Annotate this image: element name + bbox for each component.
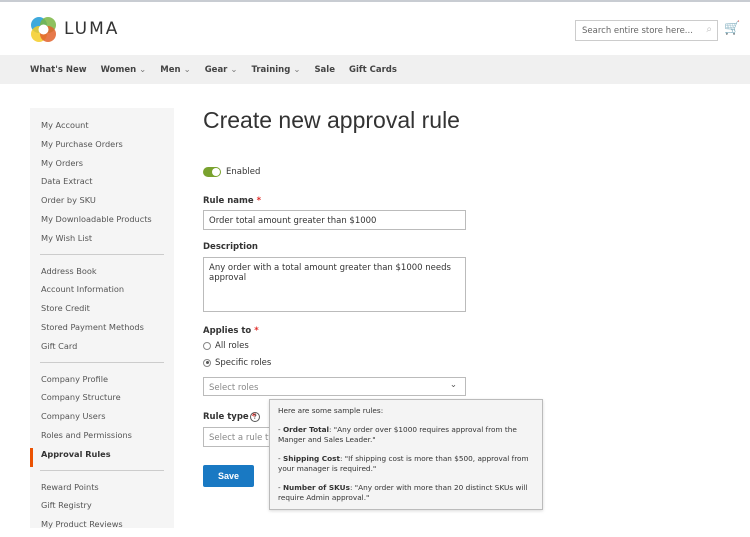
- select-roles-dropdown[interactable]: Select roles ⌄: [203, 377, 466, 396]
- search-input[interactable]: Search entire store here... ⌕: [575, 20, 718, 41]
- chevron-down-icon: ⌄: [449, 380, 457, 390]
- rule-type-label: Rule type *: [203, 412, 257, 422]
- nav-gear[interactable]: Gear ⌄: [205, 65, 238, 75]
- nav-women[interactable]: Women ⌄: [101, 65, 147, 75]
- radio-all-roles[interactable]: All roles: [203, 341, 249, 351]
- sidebar-item[interactable]: Data Extract: [30, 175, 174, 194]
- sidebar-item[interactable]: Company Users: [30, 410, 174, 429]
- tooltip-rule: - Number of SKUs: "Any order with more t…: [278, 483, 528, 502]
- divider: [40, 469, 164, 471]
- sidebar-item[interactable]: My Account: [30, 119, 174, 138]
- radio-specific-roles[interactable]: Specific roles: [203, 358, 271, 368]
- cart-icon[interactable]: 🛒: [724, 21, 740, 36]
- radio-icon: [203, 341, 211, 350]
- nav-men[interactable]: Men ⌄: [160, 65, 190, 75]
- applies-to-label: Applies to *: [203, 326, 259, 336]
- divider: [40, 361, 164, 363]
- sidebar-item[interactable]: My Downloadable Products: [30, 213, 174, 232]
- chevron-down-icon: ⌄: [139, 64, 147, 75]
- sidebar-item[interactable]: Company Profile: [30, 373, 174, 392]
- account-sidebar: My Account My Purchase Orders My Orders …: [30, 108, 174, 529]
- sidebar-item-approval-rules[interactable]: Approval Rules: [30, 447, 174, 467]
- save-button[interactable]: Save: [203, 465, 254, 487]
- sidebar-item[interactable]: Order by SKU: [30, 194, 174, 213]
- tooltip-rule: - Order Total: "Any order over $1000 req…: [278, 425, 517, 444]
- sidebar-item[interactable]: Account Information: [30, 283, 174, 302]
- nav-sale[interactable]: Sale: [314, 65, 335, 75]
- sidebar-item[interactable]: My Purchase Orders: [30, 138, 174, 157]
- description-label: Description: [203, 242, 258, 252]
- description-textarea[interactable]: Any order with a total amount greater th…: [203, 257, 466, 312]
- sidebar-item[interactable]: My Product Reviews: [30, 518, 174, 537]
- main-nav: What's New Women ⌄ Men ⌄ Gear ⌄ Training ⌄ S…: [0, 55, 750, 84]
- tooltip-rule: - Shipping Cost: "If shipping cost is mo…: [278, 454, 529, 473]
- rule-name-input[interactable]: Order total amount greater than $1000: [203, 210, 466, 230]
- sidebar-item[interactable]: My Wish List: [30, 232, 174, 251]
- sidebar-item[interactable]: My Orders: [30, 157, 174, 176]
- sidebar-item[interactable]: Stored Payment Methods: [30, 321, 174, 340]
- sidebar-item[interactable]: Gift Registry: [30, 499, 174, 518]
- nav-gift-cards[interactable]: Gift Cards: [349, 65, 397, 75]
- radio-checked-icon: [203, 358, 211, 367]
- enabled-toggle[interactable]: [203, 167, 221, 177]
- page-title: Create new approval rule: [203, 107, 460, 133]
- rule-name-label: Rule name *: [203, 196, 262, 206]
- sidebar-item[interactable]: Store Credit: [30, 302, 174, 321]
- nav-whats-new[interactable]: What's New: [30, 65, 87, 75]
- chevron-down-icon: ⌄: [293, 64, 301, 75]
- rule-type-tooltip: Here are some sample rules: - Order Tota…: [269, 399, 543, 510]
- sidebar-item[interactable]: Company Structure: [30, 391, 174, 410]
- tooltip-intro: Here are some sample rules:: [278, 406, 384, 415]
- sidebar-item[interactable]: Address Book: [30, 265, 174, 284]
- sidebar-item[interactable]: Roles and Permissions: [30, 429, 174, 448]
- enabled-label: Enabled: [226, 167, 261, 177]
- nav-training[interactable]: Training ⌄: [252, 65, 301, 75]
- divider: [40, 253, 164, 255]
- chevron-down-icon: ⌄: [183, 64, 191, 75]
- sidebar-item[interactable]: Reward Points: [30, 481, 174, 500]
- search-placeholder: Search entire store here...: [582, 26, 693, 36]
- chevron-down-icon: ⌄: [230, 64, 238, 75]
- brand-logo[interactable]: LUMA: [64, 19, 119, 39]
- search-icon[interactable]: ⌕: [706, 24, 712, 35]
- sidebar-item[interactable]: Gift Card: [30, 340, 174, 359]
- luma-logo-icon: [31, 17, 56, 42]
- help-icon[interactable]: ?: [250, 412, 260, 422]
